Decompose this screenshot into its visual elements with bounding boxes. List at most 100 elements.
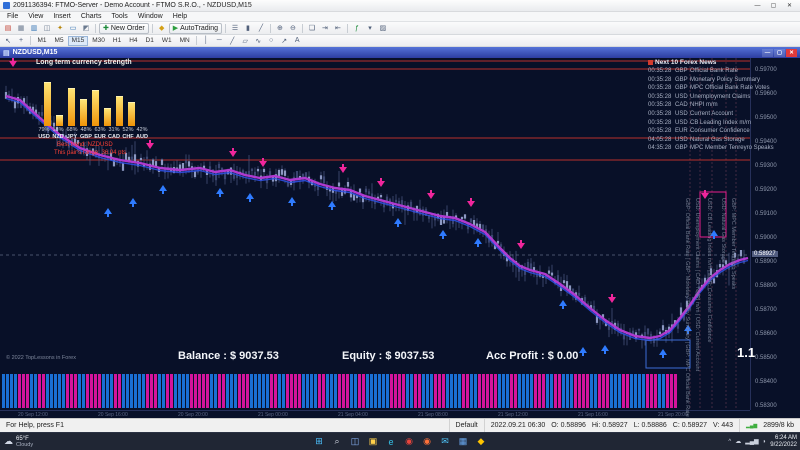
news-row: 00:35:28USDCurrent Account — [648, 110, 798, 119]
time-axis[interactable]: 20 Sep 12:0020 Sep 16:0020 Sep 20:0021 S… — [0, 410, 750, 418]
channel-tool-icon[interactable]: ▱ — [239, 35, 251, 46]
auto-scroll-icon[interactable]: ⇥ — [319, 23, 331, 34]
histogram-bar — [458, 374, 461, 408]
histogram-bar — [582, 374, 585, 408]
histogram-bar — [134, 374, 137, 408]
histogram-bar — [38, 374, 41, 408]
navigator-icon[interactable]: ✦ — [54, 23, 66, 34]
bar-chart-mode-icon[interactable]: ☰ — [229, 23, 241, 34]
histogram-bar — [106, 374, 109, 408]
histogram-bar — [326, 374, 329, 408]
shapes-tool-icon[interactable]: ○ — [265, 35, 277, 46]
taskbar-search-icon[interactable]: ⌕ — [331, 435, 344, 448]
autotrading-button[interactable]: ▶AutoTrading — [169, 23, 222, 34]
taskbar-tray: ^ ☁ ▂▄▆ ◗ 6:24 AM 9/22/2022 — [728, 435, 797, 449]
templates-menu-icon[interactable]: ▨ — [377, 23, 389, 34]
menu-view[interactable]: View — [23, 13, 48, 20]
chart-profiles-icon[interactable]: ▦ — [15, 23, 27, 34]
new-order-button[interactable]: ✚New Order — [99, 23, 149, 34]
text-tool-icon[interactable]: A — [291, 35, 303, 46]
vertical-line-tool-icon[interactable]: │ — [200, 35, 212, 46]
histogram-bar — [290, 374, 293, 408]
strategy-tester-icon[interactable]: ◩ — [80, 23, 92, 34]
indicators-list-icon[interactable]: ƒ — [351, 23, 363, 34]
minimize-button[interactable]: — — [750, 1, 765, 10]
menu-insert[interactable]: Insert — [48, 13, 76, 20]
timeframe-h1[interactable]: H1 — [109, 36, 124, 46]
taskbar-weather-widget[interactable]: ☁ 65°F Cloudy — [0, 436, 33, 448]
taskbar-task-view-icon[interactable]: ◫ — [349, 435, 362, 448]
chart-caption-bar[interactable]: ▤ NZDUSD,M15 — ▢ ✕ — [0, 47, 800, 58]
new-chart-icon[interactable]: ▤ — [2, 23, 14, 34]
histogram-bar — [214, 374, 217, 408]
histogram-bar — [382, 374, 385, 408]
timeframe-w1[interactable]: W1 — [158, 36, 175, 46]
timeframe-m15[interactable]: M15 — [68, 36, 88, 46]
cursor-tool-icon[interactable]: ↖ — [2, 35, 14, 46]
onedrive-icon[interactable]: ☁ — [735, 438, 741, 445]
histogram-bar — [262, 374, 265, 408]
zoom-in-icon[interactable]: ⊕ — [274, 23, 286, 34]
taskbar-file-explorer-icon[interactable]: ▣ — [367, 435, 380, 448]
menu-file[interactable]: File — [2, 13, 23, 20]
arrows-tool-icon[interactable]: ↗ — [278, 35, 290, 46]
menu-help[interactable]: Help — [168, 13, 192, 20]
histogram-bar — [46, 374, 49, 408]
timeframe-m30[interactable]: M30 — [89, 36, 109, 46]
timeframe-m1[interactable]: M1 — [34, 36, 50, 46]
histogram-bar — [334, 374, 337, 408]
histogram-bar — [30, 374, 33, 408]
taskbar-edge-icon[interactable]: e — [385, 435, 398, 448]
timeframe-h4[interactable]: H4 — [126, 36, 141, 46]
taskbar-clock[interactable]: 6:24 AM 9/22/2022 — [770, 435, 797, 449]
taskbar-chrome-icon[interactable]: ◉ — [403, 435, 416, 448]
network-icon[interactable]: ▂▄▆ — [745, 438, 758, 445]
histogram-bar — [586, 374, 589, 408]
taskbar-mail-icon[interactable]: ✉ — [439, 435, 452, 448]
chart-shift-icon[interactable]: ⇤ — [332, 23, 344, 34]
horizontal-line-tool-icon[interactable]: ─ — [213, 35, 225, 46]
timeframe-d1[interactable]: D1 — [142, 36, 157, 46]
line-chart-mode-icon[interactable]: ╱ — [255, 23, 267, 34]
status-high: Hi: 0.58927 — [592, 422, 628, 429]
close-button[interactable]: ✕ — [782, 1, 797, 10]
histogram-bar — [42, 374, 45, 408]
menu-window[interactable]: Window — [133, 13, 168, 20]
histogram-bar — [246, 374, 249, 408]
chart-restore-button[interactable]: ▢ — [774, 49, 785, 57]
data-window-icon[interactable]: ◫ — [41, 23, 53, 34]
volume-icon[interactable]: ◗ — [763, 439, 767, 445]
timeframe-mn[interactable]: MN — [176, 36, 193, 46]
menu-charts[interactable]: Charts — [76, 13, 107, 20]
maximize-button[interactable]: ▢ — [766, 1, 781, 10]
trendline-tool-icon[interactable]: ╱ — [226, 35, 238, 46]
metaeditor-icon[interactable]: ◆ — [156, 23, 168, 34]
axis-price-label: 0.58800 — [755, 283, 777, 289]
taskbar-metatrader-icon[interactable]: ◆ — [475, 435, 488, 448]
status-profile[interactable]: Default — [449, 419, 484, 432]
chart-area[interactable]: Long term currency strength 79%18%68%48%… — [0, 58, 800, 418]
taskbar-store-icon[interactable]: ▦ — [457, 435, 470, 448]
news-row: 00:35:28USDUnemployment Claims — [648, 93, 798, 102]
periods-menu-icon[interactable]: ▾ — [364, 23, 376, 34]
chart-close-button[interactable]: ✕ — [786, 49, 797, 57]
chart-title: NZDUSD,M15 — [13, 49, 58, 56]
timeframe-m5[interactable]: M5 — [51, 36, 67, 46]
market-watch-icon[interactable]: ▥ — [28, 23, 40, 34]
zoom-out-icon[interactable]: ⊖ — [287, 23, 299, 34]
menu-tools[interactable]: Tools — [106, 13, 132, 20]
chart-minimize-button[interactable]: — — [762, 49, 773, 57]
strength-bar — [116, 96, 123, 126]
buy-arrow-icon — [104, 208, 112, 217]
strength-currency: GBP — [79, 134, 93, 140]
news-row: 00:35:28GBPMPC Official Bank Rate Votes — [648, 84, 798, 93]
terminal-icon[interactable]: ▭ — [67, 23, 79, 34]
taskbar-start-icon[interactable]: ⊞ — [313, 435, 326, 448]
taskbar-firefox-icon[interactable]: ◉ — [421, 435, 434, 448]
hidden-icons-chevron-icon[interactable]: ^ — [728, 439, 731, 445]
crosshair-tool-icon[interactable]: + — [15, 35, 27, 46]
candlestick-mode-icon[interactable]: ▮ — [242, 23, 254, 34]
fibonacci-tool-icon[interactable]: ∿ — [252, 35, 264, 46]
status-help: For Help, press F1 — [0, 419, 449, 432]
tile-windows-icon[interactable]: ❏ — [306, 23, 318, 34]
